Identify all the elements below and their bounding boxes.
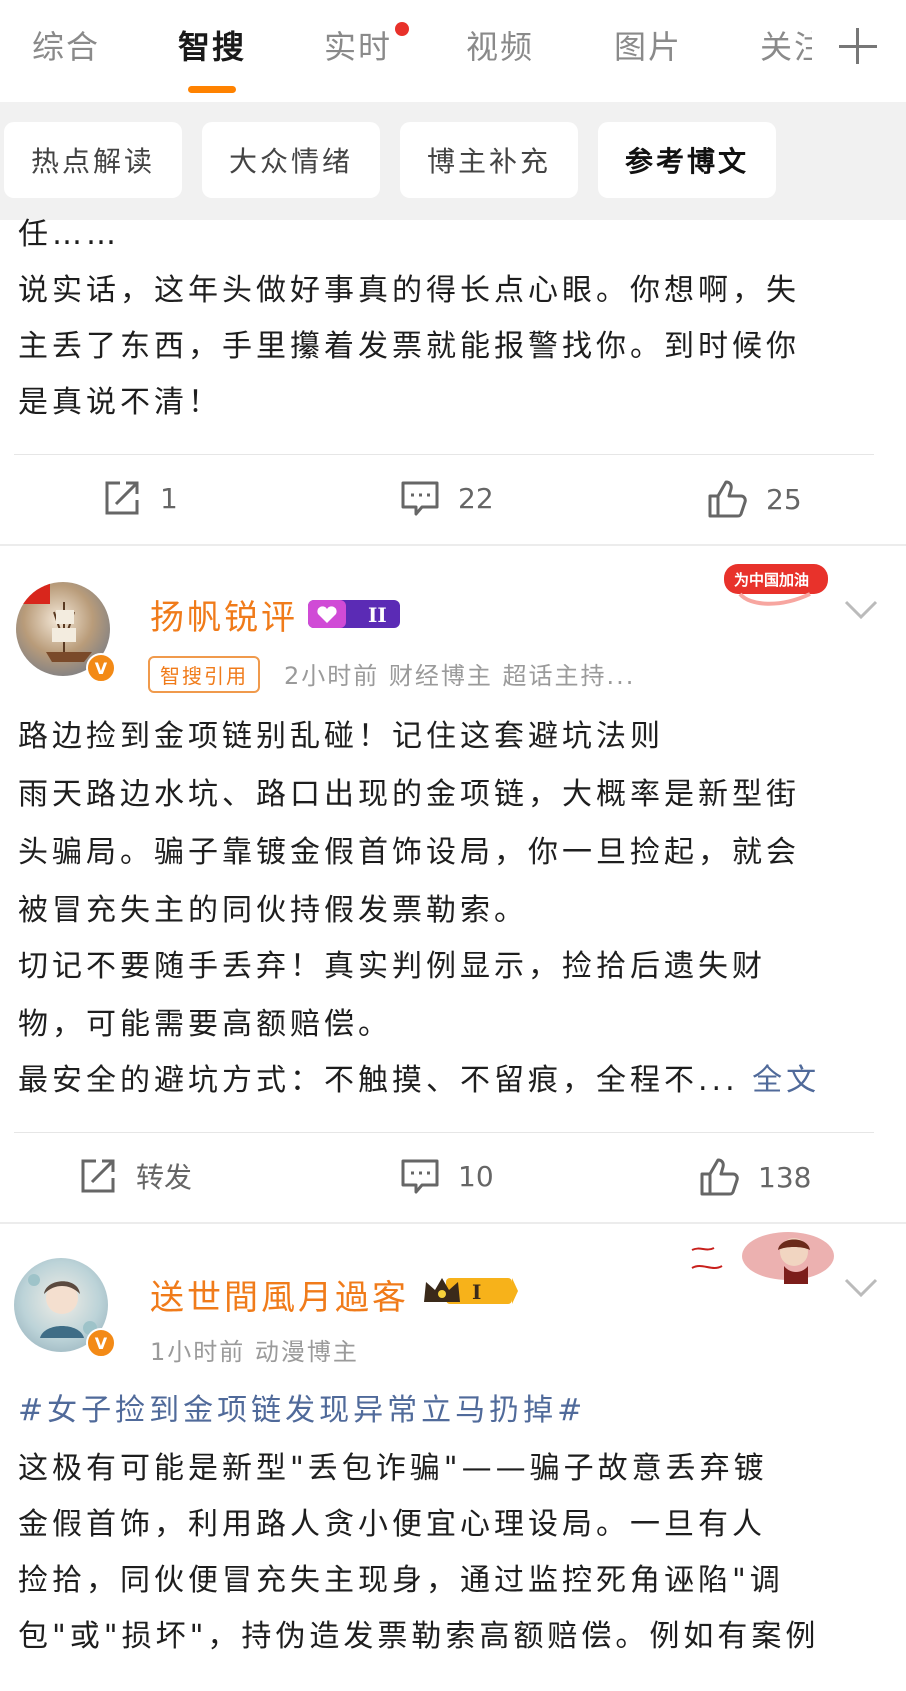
level-text: I — [472, 1280, 481, 1304]
tab-video[interactable]: 视频 — [466, 22, 534, 68]
tab-smart-search[interactable]: 智搜 — [178, 22, 246, 68]
comment-count: 10 — [458, 1159, 494, 1193]
tab-images[interactable]: 图片 — [614, 22, 682, 68]
post-3-line: 捡拾，同伙便冒充失主现身，通过监控死角诬陷"调 — [18, 1563, 784, 1598]
post-separator — [0, 1222, 906, 1224]
post-2-line: 物，可能需要高额赔偿。 — [18, 1007, 392, 1042]
full-text-link[interactable]: 全文 — [752, 1063, 820, 1098]
repost-count: 1 — [160, 481, 178, 515]
author-name[interactable]: 扬帆锐评 — [150, 590, 298, 639]
plus-icon[interactable] — [838, 26, 878, 66]
level-badge: I — [420, 1272, 520, 1308]
event-badge: 为中国加油 — [720, 556, 836, 612]
active-tab-indicator — [188, 86, 236, 93]
smart-search-tag: 智搜引用 — [148, 656, 260, 693]
post-meta: 1小时前 动漫博主 — [150, 1338, 359, 1366]
post-2-line: 路边捡到金项链别乱碰！记住这套避坑法则 — [18, 719, 664, 754]
repost-icon — [81, 1159, 115, 1193]
filter-bar: 热点解读 大众情绪 博主补充 参考博文 — [0, 102, 906, 220]
post-2-line-last: 最安全的避坑方式：不触摸、不留痕，全程不... 全文 — [18, 1052, 820, 1109]
like-button[interactable]: 25 — [706, 478, 802, 520]
level-badge: II — [306, 596, 402, 632]
filter-public-sentiment[interactable]: 大众情绪 — [202, 122, 380, 198]
post-2-line: 头骗局。骗子靠镀金假首饰设局，你一旦捡起，就会 — [18, 835, 800, 870]
hashtag-topic[interactable]: #女子捡到金项链发现异常立马扔掉# — [18, 1382, 586, 1439]
heart-level-icon: II — [308, 600, 400, 628]
filter-reference-posts[interactable]: 参考博文 — [598, 122, 776, 198]
repost-icon — [105, 481, 139, 515]
top-tab-bar: 综合 智搜 实时 视频 图片 关注 — [0, 0, 906, 102]
comment-button[interactable]: 22 — [400, 478, 494, 518]
repost-label: 转发 — [136, 1161, 193, 1194]
post-2-line: 最安全的避坑方式：不触摸、不留痕，全程不... — [18, 1063, 739, 1098]
divider — [14, 454, 874, 455]
crown-level-icon: I — [424, 1278, 518, 1304]
post-3-line: 这极有可能是新型"丢包诈骗"——骗子故意丢弃镀 — [18, 1451, 768, 1486]
tab-following[interactable]: 关注 — [760, 22, 812, 68]
comment-button[interactable]: 10 — [400, 1156, 494, 1196]
level-text: II — [368, 603, 387, 627]
notification-dot — [395, 22, 409, 36]
comment-count: 22 — [458, 481, 494, 515]
like-count: 138 — [758, 1160, 812, 1194]
chevron-down-icon[interactable] — [844, 1278, 878, 1298]
comment-icon — [401, 1159, 439, 1194]
svg-text:为中国加油: 为中国加油 — [734, 571, 809, 589]
birthday-badge-image — [688, 1228, 836, 1286]
post-2-line: 雨天路边水坑、路口出现的金项链，大概率是新型街 — [18, 777, 800, 812]
author-name[interactable]: 送世間風月過客 — [150, 1270, 409, 1319]
tab-realtime[interactable]: 实时 — [324, 22, 392, 68]
repost-button[interactable]: 转发 — [78, 1156, 192, 1196]
like-icon — [700, 1158, 739, 1196]
filter-blogger-supplement[interactable]: 博主补充 — [400, 122, 578, 198]
repost-button[interactable]: 1 — [102, 478, 178, 518]
post-separator — [0, 544, 906, 546]
verified-icon: V — [86, 1328, 116, 1358]
like-count: 25 — [766, 482, 802, 516]
comment-icon — [401, 481, 439, 516]
post-meta: 2小时前 财经博主 超话主持... — [284, 662, 636, 690]
filter-hot-interpretation[interactable]: 热点解读 — [4, 122, 182, 198]
like-icon — [708, 480, 747, 518]
post-3-line: 金假首饰，利用路人贪小便宜心理设局。一旦有人 — [18, 1507, 766, 1542]
post-1-line: 是真说不清！ — [18, 385, 222, 420]
divider — [14, 1132, 874, 1133]
post-3-line: 包"或"损坏"，持伪造发票勒索高额赔偿。例如有案例 — [18, 1619, 820, 1654]
verified-icon: V — [86, 653, 116, 683]
post-1-line: 任…… — [18, 217, 120, 252]
post-2-line: 被冒充失主的同伙持假发票勒索。 — [18, 893, 528, 928]
tab-comprehensive[interactable]: 综合 — [32, 22, 100, 68]
post-2-line: 切记不要随手丢弃！真实判例显示，捡拾后遗失财 — [18, 949, 766, 984]
chevron-down-icon[interactable] — [844, 600, 878, 620]
post-1-line: 主丢了东西，手里攥着发票就能报警找你。到时候你 — [18, 329, 800, 364]
like-button[interactable]: 138 — [698, 1156, 811, 1198]
post-1-line: 说实话，这年头做好事真的得长点心眼。你想啊，失 — [18, 273, 800, 308]
